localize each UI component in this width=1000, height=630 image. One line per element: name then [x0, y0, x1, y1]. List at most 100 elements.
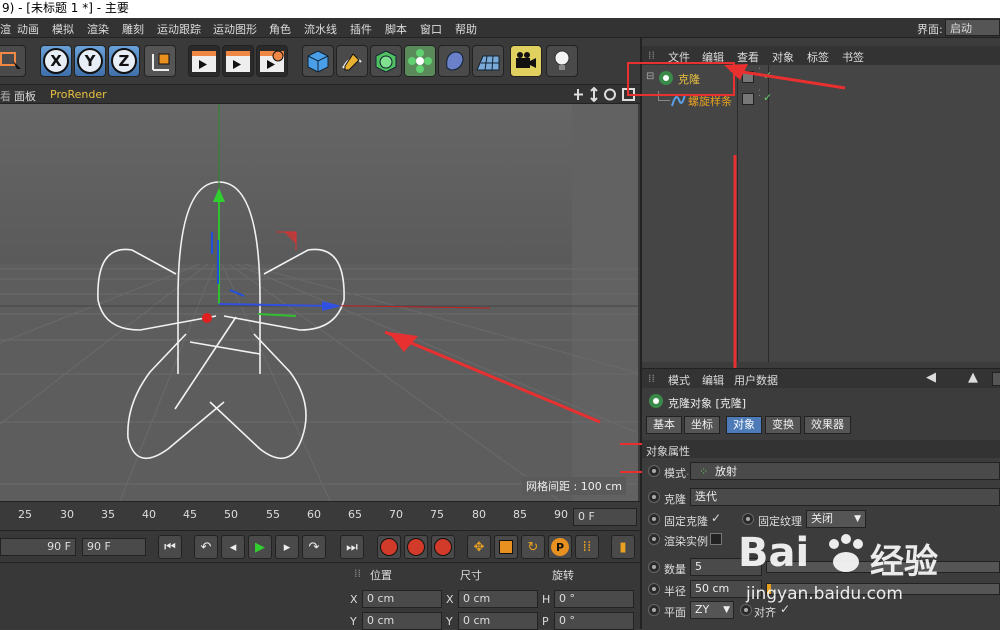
play-button[interactable]: ▶	[248, 535, 272, 559]
lock-y-button[interactable]: Y	[74, 45, 106, 77]
interface-label: 界面:	[917, 23, 943, 36]
timeline-film-button[interactable]: ▮	[611, 535, 635, 559]
select-tool-button[interactable]	[0, 45, 26, 77]
viewport-menu-panel[interactable]: 面板	[14, 88, 36, 104]
radius-radio[interactable]	[648, 583, 660, 595]
rot-h-field[interactable]: 0 °	[554, 590, 634, 608]
clapboard-icon	[192, 51, 216, 72]
subtab-transform[interactable]: 变换	[765, 416, 801, 434]
size-x-field[interactable]: 0 cm	[458, 590, 538, 608]
go-to-end-button[interactable]: ⏭	[340, 535, 364, 559]
back-arrow-icon[interactable]: ◀	[926, 370, 936, 385]
am-menu-mode[interactable]: 模式	[668, 372, 690, 388]
key-rotation-button[interactable]: ↻	[521, 535, 545, 559]
keyframe-selection-button[interactable]	[431, 535, 455, 559]
menu-item-render-partial[interactable]: 渲	[0, 21, 11, 37]
am-menu-edit[interactable]: 编辑	[702, 372, 724, 388]
menu-item-help[interactable]: 帮助	[455, 21, 477, 37]
floor-button[interactable]	[472, 45, 504, 77]
render-settings-button[interactable]	[256, 45, 288, 77]
menu-item-character[interactable]: 角色	[269, 21, 291, 37]
previous-frame-button[interactable]: ◂	[221, 535, 245, 559]
fix-clone-radio[interactable]	[648, 513, 660, 525]
menu-item-render[interactable]: 渲染	[87, 21, 109, 37]
mode-value: 放射	[715, 465, 737, 478]
plane-label: 平面	[664, 606, 686, 619]
go-to-start-button[interactable]: ⏮	[158, 535, 182, 559]
lock-z-button[interactable]: Z	[108, 45, 140, 77]
timeline-tick: 30	[60, 508, 74, 521]
viewport-menu-partial[interactable]: 看	[0, 88, 11, 104]
fix-clone-check-icon[interactable]: ✓	[711, 511, 721, 525]
current-frame-field[interactable]: 0 F	[573, 508, 637, 526]
render-to-picture-viewer-button[interactable]	[222, 45, 254, 77]
world-axis-icon	[152, 53, 170, 71]
menu-item-sculpt[interactable]: 雕刻	[122, 21, 144, 37]
autokey-button[interactable]	[404, 535, 428, 559]
next-key-icon: ↷	[308, 539, 320, 555]
menu-item-pipeline[interactable]: 流水线	[304, 21, 337, 37]
viewport-menu-prorender[interactable]: ProRender	[50, 88, 107, 101]
render-instances-checkbox[interactable]	[710, 533, 722, 545]
mode-select[interactable]: ⁘ 放射	[690, 462, 1000, 480]
menu-item-script[interactable]: 脚本	[385, 21, 407, 37]
cube-object-button[interactable]	[302, 45, 334, 77]
plane-select[interactable]: ZY ▼	[690, 601, 734, 619]
previous-key-button[interactable]: ↶	[194, 535, 218, 559]
watermark-url: jingyan.baidu.com	[746, 584, 903, 604]
subtab-basic[interactable]: 基本	[646, 416, 682, 434]
pos-y-label: Y	[350, 615, 357, 628]
light-bulb-icon	[554, 50, 570, 70]
render-instances-radio[interactable]	[648, 533, 660, 545]
subtab-effectors[interactable]: 效果器	[804, 416, 851, 434]
plane-radio[interactable]	[648, 604, 660, 616]
clone-select[interactable]: 迭代	[690, 488, 1000, 506]
pos-y-field[interactable]: 0 cm	[362, 612, 442, 630]
3d-viewport[interactable]: 网格间距 : 100 cm	[0, 104, 638, 501]
menu-item-mograph[interactable]: 运动图形	[213, 21, 257, 37]
count-radio[interactable]	[648, 561, 660, 573]
camera-button[interactable]	[510, 45, 542, 77]
menu-item-plugins[interactable]: 插件	[350, 21, 372, 37]
up-arrow-icon[interactable]: ▲	[968, 370, 978, 385]
cloner-button[interactable]	[404, 45, 436, 77]
menu-item-animation[interactable]: 动画	[17, 21, 39, 37]
menu-item-window[interactable]: 窗口	[420, 21, 442, 37]
deformer-button[interactable]	[438, 45, 470, 77]
key-pla-button[interactable]: ⁞⁞	[575, 535, 599, 559]
end-frame-field[interactable]: 90 F	[0, 538, 76, 556]
next-frame-button[interactable]: ▸	[275, 535, 299, 559]
count-label: 数量	[664, 563, 686, 576]
render-view-button[interactable]	[188, 45, 220, 77]
spline-pen-button[interactable]	[336, 45, 368, 77]
size-y-field[interactable]: 0 cm	[458, 612, 538, 630]
key-scale-button[interactable]	[494, 535, 518, 559]
key-parameter-button[interactable]: P	[548, 535, 572, 559]
key-position-button[interactable]: ✥	[467, 535, 491, 559]
z-axis-icon: Z	[111, 48, 137, 74]
watermark-brand: Bai	[738, 530, 810, 576]
rot-p-label: P	[542, 615, 549, 628]
timeline-tick: 65	[348, 508, 362, 521]
light-button[interactable]	[546, 45, 578, 77]
menu-item-simulate[interactable]: 模拟	[52, 21, 74, 37]
subtab-object[interactable]: 对象	[726, 416, 762, 434]
max-frame-field[interactable]: 90 F	[82, 538, 146, 556]
interface-select[interactable]: 启动	[945, 19, 1000, 36]
coordinate-system-button[interactable]	[144, 45, 176, 77]
record-active-button[interactable]	[377, 535, 401, 559]
subdivision-surface-button[interactable]	[370, 45, 402, 77]
pos-x-field[interactable]: 0 cm	[362, 590, 442, 608]
subtab-coord[interactable]: 坐标	[684, 416, 720, 434]
subdivision-icon	[375, 50, 397, 73]
mode-radio[interactable]	[648, 465, 660, 477]
am-menu-user-data[interactable]: 用户数据	[734, 372, 778, 388]
clapboard-gear-icon	[260, 50, 284, 72]
timeline-ruler[interactable]: 25 30 35 40 45 50 55 60 65 70 75 80 85 9…	[0, 501, 640, 529]
lock-x-button[interactable]: X	[40, 45, 72, 77]
menu-item-motion-tracking[interactable]: 运动跟踪	[157, 21, 201, 37]
clone-radio[interactable]	[648, 491, 660, 503]
rot-p-field[interactable]: 0 °	[554, 612, 634, 630]
next-key-button[interactable]: ↷	[302, 535, 326, 559]
lock-panel-icon[interactable]	[992, 372, 1000, 386]
